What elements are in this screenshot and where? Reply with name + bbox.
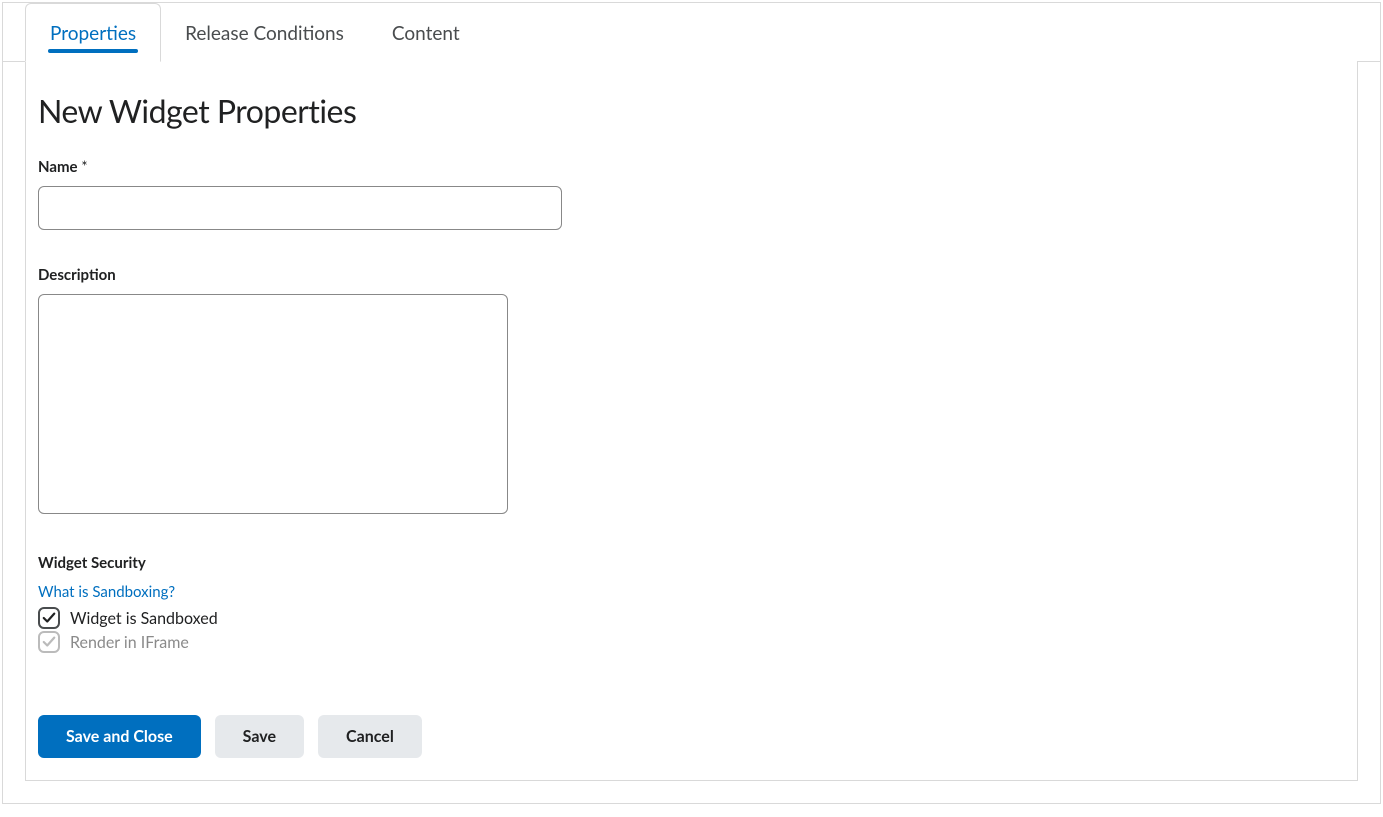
widget-security-section: Widget Security What is Sandboxing? Widg… [38,554,1345,653]
save-button[interactable]: Save [215,715,304,758]
description-field-block: Description [38,266,1345,518]
tab-properties[interactable]: Properties [25,3,161,62]
checkmark-icon [42,611,56,625]
description-input[interactable] [38,294,508,514]
tab-strip: Properties Release Conditions Content [3,3,1380,62]
sandboxed-checkbox[interactable] [38,607,60,629]
tab-content[interactable]: Content [368,4,484,61]
tab-release-conditions[interactable]: Release Conditions [161,4,368,61]
name-label-row: Name * [38,158,1345,176]
cancel-button[interactable]: Cancel [318,715,422,758]
name-input[interactable] [38,186,562,230]
checkmark-icon [42,635,56,649]
required-marker: * [81,158,87,176]
iframe-label: Render in IFrame [70,633,189,652]
button-row: Save and Close Save Cancel [38,715,1345,758]
page-frame: Properties Release Conditions Content Ne… [2,2,1381,804]
iframe-row: Render in IFrame [38,631,1345,653]
name-label: Name [38,158,78,176]
name-field-block: Name * [38,158,1345,230]
sandboxing-help-link[interactable]: What is Sandboxing? [38,583,175,601]
widget-security-heading: Widget Security [38,554,1345,572]
sandboxed-row: Widget is Sandboxed [38,607,1345,629]
iframe-checkbox [38,631,60,653]
page-title: New Widget Properties [38,91,1345,130]
properties-panel: New Widget Properties Name * Description… [25,61,1358,781]
sandboxed-label: Widget is Sandboxed [70,609,218,628]
save-and-close-button[interactable]: Save and Close [38,715,201,758]
description-label: Description [38,266,1345,284]
